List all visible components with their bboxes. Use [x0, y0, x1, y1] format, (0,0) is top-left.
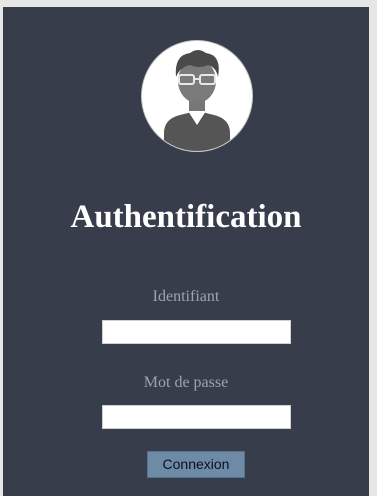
connexion-button[interactable]: Connexion	[147, 451, 245, 478]
user-avatar-icon	[141, 40, 253, 152]
password-input[interactable]	[102, 405, 291, 429]
username-label: Identifiant	[152, 288, 220, 305]
page-title: Authentification	[70, 199, 302, 235]
password-label: Mot de passe	[143, 374, 229, 391]
username-input[interactable]	[102, 320, 291, 344]
login-panel: Authentification Identifiant Mot de pass…	[3, 7, 369, 496]
